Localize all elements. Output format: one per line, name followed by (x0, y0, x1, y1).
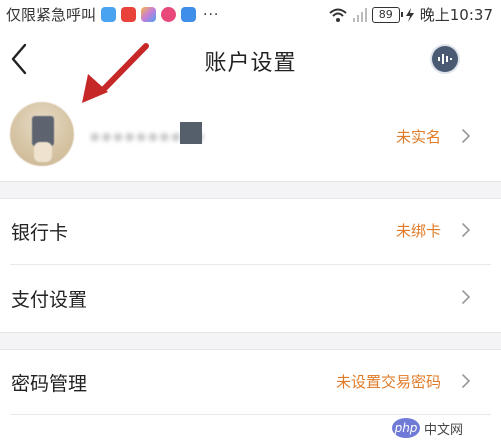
bank-card-status: 未绑卡 (395, 222, 441, 240)
status-bar: 仅限紧急呼叫 ··· 89 晚上10:37 (0, 0, 501, 28)
chevron-right-icon (462, 223, 471, 237)
row-separator (10, 414, 491, 415)
section-divider (0, 181, 501, 199)
sound-wave-icon (438, 54, 452, 64)
app-icon-pink (161, 7, 177, 22)
watermark-logo: php (392, 418, 420, 438)
password-management-row[interactable]: 密码管理 未设置交易密码 (0, 349, 501, 415)
wifi-icon (329, 8, 347, 22)
status-right: 89 晚上10:37 (328, 4, 493, 25)
section-divider (0, 332, 501, 350)
profile-row[interactable]: ●●●●●●●●●● 未实名 (0, 92, 501, 180)
chevron-right-icon (462, 290, 471, 304)
avatar-face (34, 142, 52, 162)
app-icon-lightbulb (181, 7, 197, 22)
payment-settings-row[interactable]: 支付设置 (0, 265, 501, 331)
app-icon-multicolor (141, 7, 157, 22)
avatar[interactable] (10, 102, 74, 166)
voice-assistant-button[interactable] (432, 46, 458, 72)
app-icon-blue (101, 7, 117, 22)
bank-card-label: 银行卡 (11, 222, 69, 244)
clock: 晚上10:37 (419, 6, 493, 24)
charging-icon (405, 7, 414, 22)
verification-status: 未实名 (395, 128, 441, 146)
watermark-site: 中文网 (424, 422, 464, 438)
more-indicator: ··· (203, 6, 220, 23)
password-management-label: 密码管理 (11, 373, 88, 395)
watermark: php 中文网 (392, 418, 463, 438)
chevron-right-icon (462, 129, 471, 143)
bank-card-row[interactable]: 银行卡 未绑卡 (0, 198, 501, 264)
chevron-right-icon (462, 374, 471, 388)
redaction-block (180, 122, 202, 144)
payment-settings-label: 支付设置 (11, 289, 88, 311)
nav-header: 账户设置 (0, 28, 501, 90)
status-left: 仅限紧急呼叫 ··· (6, 4, 219, 25)
app-icon-red (121, 7, 137, 22)
battery-indicator: 89 (371, 6, 403, 23)
carrier-text: 仅限紧急呼叫 (6, 6, 97, 24)
page-title: 账户设置 (204, 51, 297, 76)
signal-icon (352, 7, 367, 22)
password-status: 未设置交易密码 (335, 373, 441, 391)
